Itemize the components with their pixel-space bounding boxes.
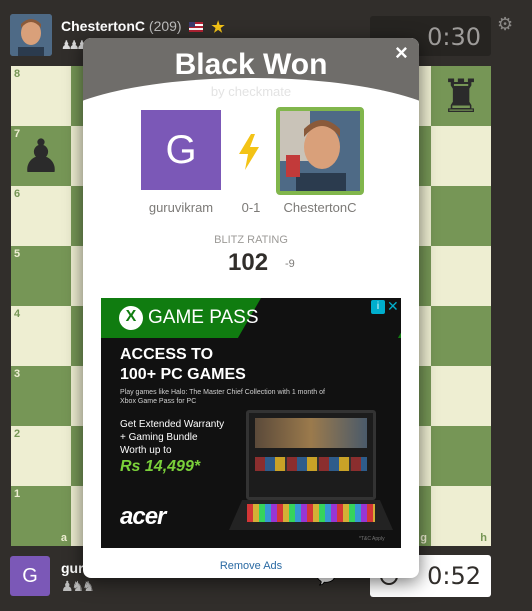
square-h6[interactable] <box>431 186 491 246</box>
rank-label: 6 <box>14 188 21 200</box>
ad-headline: ACCESS TO 100+ PC GAMES <box>120 345 380 385</box>
laptop-image <box>246 410 376 500</box>
rank-label: 5 <box>14 248 21 260</box>
ad-headline-line1: ACCESS TO <box>120 346 214 363</box>
square-a2[interactable]: 2 <box>11 426 71 486</box>
file-label: a <box>60 532 67 544</box>
ad-info-icon[interactable]: i <box>371 300 385 314</box>
lightning-bolt-icon <box>239 134 259 170</box>
bottom-clock-time: 0:52 <box>427 562 481 590</box>
modal-subtitle: by checkmate <box>210 84 292 99</box>
square-h7[interactable] <box>431 126 491 186</box>
rank-label: 4 <box>14 308 21 320</box>
square-h1[interactable]: h <box>431 486 491 546</box>
laptop-keyboard-image <box>247 504 375 522</box>
square-a6[interactable]: 6 <box>11 186 71 246</box>
game-over-modal: Black Won by checkmate × G guruvikram 0-… <box>83 38 419 578</box>
rating-label: BLITZ RATING <box>214 234 288 246</box>
file-label: h <box>480 532 487 544</box>
square-a5[interactable]: 5 <box>11 246 71 306</box>
rank-label: 8 <box>14 68 21 80</box>
close-icon[interactable]: × <box>395 40 408 66</box>
ad-offer: Get Extended Warranty + Gaming Bundle Wo… <box>120 419 225 456</box>
player2-avatar[interactable] <box>276 107 364 195</box>
black-rook-piece[interactable]: ♜ <box>431 66 491 126</box>
rating-change: -9 <box>285 258 295 270</box>
rank-label: 2 <box>14 428 21 440</box>
black-pawn-piece[interactable]: ♟ <box>11 126 71 186</box>
remove-ads-link[interactable]: Remove Ads <box>83 560 419 572</box>
square-a8[interactable]: 8 <box>11 66 71 126</box>
ad-close-icon[interactable]: ✕ <box>387 298 399 315</box>
square-h4[interactable] <box>431 306 491 366</box>
bottom-captured-pieces: ♟♞♞ <box>61 578 95 594</box>
bottom-player-avatar[interactable]: G <box>10 556 50 596</box>
modal-title: Black Won <box>174 48 328 81</box>
player1-name[interactable]: guruvikram <box>141 200 221 215</box>
file-label: g <box>420 532 427 544</box>
top-player-name[interactable]: ChestertonC (209) ★ <box>61 18 225 36</box>
bottom-player-name[interactable]: gur <box>61 560 84 576</box>
game-score: 0-1 <box>241 200 261 215</box>
top-captured-pieces: ♟♟♟ <box>61 38 87 52</box>
square-a7[interactable]: 7 ♟ <box>11 126 71 186</box>
star-icon: ★ <box>211 19 225 37</box>
top-clock-time: 0:30 <box>427 23 481 51</box>
rating-value: 102 <box>228 249 269 276</box>
rank-label: 1 <box>14 488 21 500</box>
square-h5[interactable] <box>431 246 491 306</box>
advertisement[interactable]: GAME PASS i ✕ ACCESS TO 100+ PC GAMES Pl… <box>101 298 401 548</box>
player2-name[interactable]: ChestertonC <box>276 200 364 215</box>
ad-brand: GAME PASS <box>148 307 259 328</box>
top-player-rating: (209) <box>148 18 182 34</box>
square-h2[interactable] <box>431 426 491 486</box>
gear-icon[interactable]: ⚙ <box>497 14 513 35</box>
ad-small-text: Play games like Halo: The Master Chief C… <box>120 389 325 405</box>
ad-headline-line2: 100+ PC GAMES <box>120 366 246 383</box>
ad-price: Rs 14,499* <box>120 458 201 475</box>
acer-logo: acer <box>120 503 166 530</box>
ad-fine-print: *T&C Apply <box>359 536 385 542</box>
us-flag-icon <box>189 22 204 33</box>
top-player-username[interactable]: ChestertonC <box>61 18 145 34</box>
square-a3[interactable]: 3 <box>11 366 71 426</box>
rank-label: 3 <box>14 368 21 380</box>
square-a4[interactable]: 4 <box>11 306 71 366</box>
square-a1[interactable]: 1a <box>11 486 71 546</box>
top-player-avatar[interactable] <box>10 14 52 56</box>
square-h8[interactable]: ♜ <box>431 66 491 126</box>
square-h3[interactable] <box>431 366 491 426</box>
xbox-logo-icon <box>119 306 143 330</box>
player1-avatar[interactable]: G <box>141 110 221 190</box>
